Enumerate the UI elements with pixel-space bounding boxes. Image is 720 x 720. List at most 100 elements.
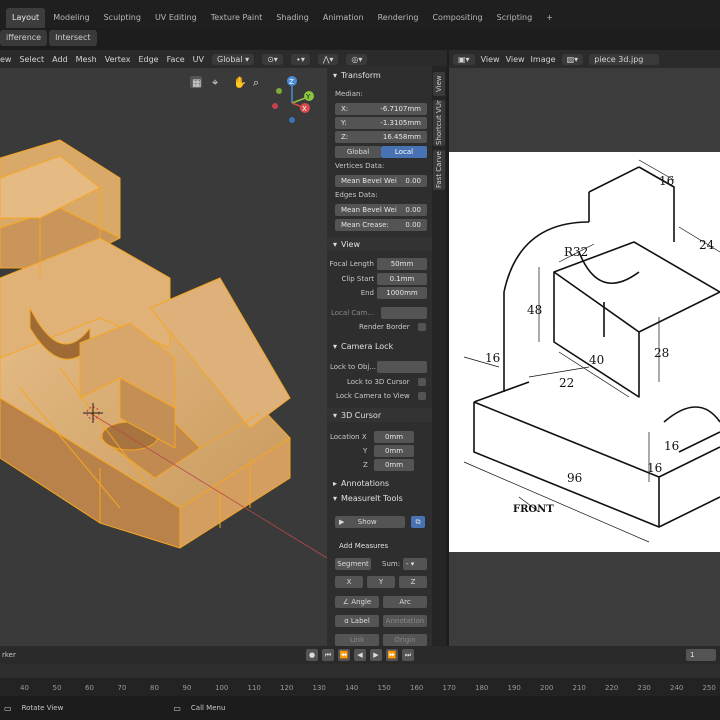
lock-camera-to-view-checkbox[interactable] xyxy=(418,392,426,400)
ruler-tick: 230 xyxy=(637,684,651,692)
arc-button[interactable]: Arc xyxy=(383,596,427,608)
mesh-object[interactable] xyxy=(0,139,291,549)
image-menu-image[interactable]: Image xyxy=(531,55,556,64)
sidebar-tab-view[interactable]: View xyxy=(433,72,445,96)
measureit-toggle-icon[interactable]: ⧉ xyxy=(411,516,425,528)
image-menu-view[interactable]: View xyxy=(481,55,500,64)
editor-type-dropdown[interactable]: ▣▾ xyxy=(453,53,475,65)
link-button[interactable]: Link xyxy=(335,634,379,646)
focal-length-field[interactable]: 50mm xyxy=(377,258,427,270)
median-z-label: Z: xyxy=(341,133,349,141)
measureit-header[interactable]: ▾ MeasureIt Tools xyxy=(327,491,432,505)
play-reverse-icon[interactable]: ◀ xyxy=(354,649,366,661)
tab-rendering[interactable]: Rendering xyxy=(372,8,425,28)
3d-cursor-header[interactable]: ▾ 3D Cursor xyxy=(327,408,432,422)
jump-start-icon[interactable]: ⏮ xyxy=(322,649,334,661)
front-label: FRONT xyxy=(513,504,554,515)
tab-sculpting[interactable]: Sculpting xyxy=(98,8,147,28)
menu-uv[interactable]: UV xyxy=(193,55,204,64)
menu-mesh[interactable]: Mesh xyxy=(76,55,97,64)
x-button[interactable]: X xyxy=(335,576,363,588)
timeline-ruler[interactable]: 40 50 60 70 80 90 100 110 120 130 140 150 160 170 180 1… xyxy=(0,664,720,696)
angle-button[interactable]: ∠ Angle xyxy=(335,596,379,608)
cursor-z-field[interactable]: 0mm xyxy=(374,459,414,471)
median-x-field[interactable]: X: -6.7107mm xyxy=(335,103,427,115)
render-border-checkbox[interactable] xyxy=(418,323,426,331)
local-button[interactable]: Local xyxy=(381,146,427,158)
current-frame-field[interactable]: 1 xyxy=(686,649,716,661)
ruler-tick: 60 xyxy=(85,684,94,692)
mean-crease-field[interactable]: Mean Crease: 0.00 xyxy=(335,219,427,231)
z-button[interactable]: Z xyxy=(399,576,427,588)
nav-icons[interactable]: ▦ ⌖ ✋ ⌕ xyxy=(190,76,259,89)
global-button[interactable]: Global xyxy=(335,146,381,158)
cursor-x-field[interactable]: 0mm xyxy=(374,431,414,443)
tab-animation[interactable]: Animation xyxy=(317,8,370,28)
transform-header[interactable]: ▾ Transform xyxy=(327,68,432,82)
edge-bevel-weight-field[interactable]: Mean Bevel Wei 0.00 xyxy=(335,204,427,216)
camera-lock-header[interactable]: ▾ Camera Lock xyxy=(327,339,432,353)
tab-layout[interactable]: Layout xyxy=(6,8,46,28)
tab-uv-editing[interactable]: UV Editing xyxy=(149,8,203,28)
annotations-header[interactable]: ▸ Annotations xyxy=(327,476,432,490)
menu-add[interactable]: Add xyxy=(52,55,68,64)
lock-to-3d-cursor-checkbox[interactable] xyxy=(418,378,426,386)
menu-select[interactable]: Select xyxy=(19,55,44,64)
lock-to-3d-cursor-label: Lock to 3D Cursor xyxy=(347,378,410,386)
menu-vertex[interactable]: Vertex xyxy=(105,55,131,64)
tab-shading[interactable]: Shading xyxy=(270,8,315,28)
prev-keyframe-icon[interactable]: ⏪ xyxy=(338,649,350,661)
proportional-dropdown[interactable]: ⋀▾ xyxy=(317,53,339,65)
segment-button[interactable]: Segment xyxy=(335,558,371,570)
record-icon[interactable]: ● xyxy=(306,649,318,661)
image-editor-header: ▣▾ View View Image ▨▾ piece 3d.jpg xyxy=(449,50,720,68)
ruler-tick: 210 xyxy=(572,684,586,692)
menu-face[interactable]: Face xyxy=(167,55,185,64)
sidebar-tab-fast-carve[interactable]: Fast Carve xyxy=(433,150,445,190)
sum-dropdown[interactable]: - ▾ xyxy=(403,558,427,570)
image-menu-view-2[interactable]: View xyxy=(506,55,525,64)
tab-modeling[interactable]: Modeling xyxy=(47,8,95,28)
sidebar-tab-shortcut-vur[interactable]: Shortcut VUr xyxy=(433,100,445,146)
clip-start-field[interactable]: 0.1mm xyxy=(377,273,427,285)
tab-scripting[interactable]: Scripting xyxy=(491,8,539,28)
intersect-button[interactable]: Intersect xyxy=(49,30,97,46)
marker-menu[interactable]: rker xyxy=(2,651,16,659)
sidebar-n-panel: ▾ Transform Median: X: -6.7107mm Y: -1.310… xyxy=(327,66,432,646)
vertex-bevel-weight-field[interactable]: Mean Bevel Wei 0.00 xyxy=(335,175,427,187)
image-browse-dropdown[interactable]: ▨▾ xyxy=(561,53,584,65)
play-icon-timeline[interactable]: ▶ xyxy=(370,649,382,661)
median-z-field[interactable]: Z: 16.458mm xyxy=(335,131,427,143)
dim-r32: R32 xyxy=(564,245,588,259)
pivot-dropdown[interactable]: ⊙▾ xyxy=(262,53,283,65)
image-filename-field[interactable]: piece 3d.jpg xyxy=(589,53,660,65)
axis-gizmo[interactable]: Z Y X xyxy=(272,76,314,123)
lock-to-object-field[interactable] xyxy=(377,361,427,373)
next-keyframe-icon[interactable]: ⏩ xyxy=(386,649,398,661)
label-icon: ɑ xyxy=(344,617,349,625)
local-camera-field[interactable] xyxy=(381,307,427,319)
origin-button[interactable]: Origin xyxy=(383,634,427,646)
add-workspace-button[interactable]: + xyxy=(540,8,559,28)
clip-end-field[interactable]: 1000mm xyxy=(377,287,427,299)
label-button[interactable]: ɑ Label xyxy=(335,615,379,627)
3d-viewport[interactable]: ▦ ⌖ ✋ ⌕ Z Y X xyxy=(0,68,327,646)
median-y-field[interactable]: Y: -1.3105mm xyxy=(335,117,427,129)
tab-compositing[interactable]: Compositing xyxy=(426,8,488,28)
cursor-y-field[interactable]: 0mm xyxy=(374,445,414,457)
jump-end-icon[interactable]: ⏭ xyxy=(402,649,414,661)
menu-view[interactable]: ew xyxy=(0,55,11,64)
edge-bevel-weight-value: 0.00 xyxy=(405,206,421,214)
tab-texture-paint[interactable]: Texture Paint xyxy=(205,8,269,28)
annotation-button[interactable]: Annotation xyxy=(383,615,427,627)
difference-button[interactable]: ifference xyxy=(0,30,48,46)
drawing-svg: 16 24 R32 48 28 40 16 22 16 16 96 FRONT xyxy=(463,159,720,543)
y-button[interactable]: Y xyxy=(367,576,395,588)
menu-edge[interactable]: Edge xyxy=(138,55,158,64)
ruler-tick: 70 xyxy=(117,684,127,692)
overlay-dropdown[interactable]: ◎▾ xyxy=(346,53,368,65)
snap-dropdown[interactable]: ∙▾ xyxy=(290,53,310,65)
view-panel-header[interactable]: ▾ View xyxy=(327,237,432,251)
orientation-dropdown[interactable]: Global ▾ xyxy=(212,53,255,65)
show-button[interactable]: ▶ Show xyxy=(335,516,405,528)
